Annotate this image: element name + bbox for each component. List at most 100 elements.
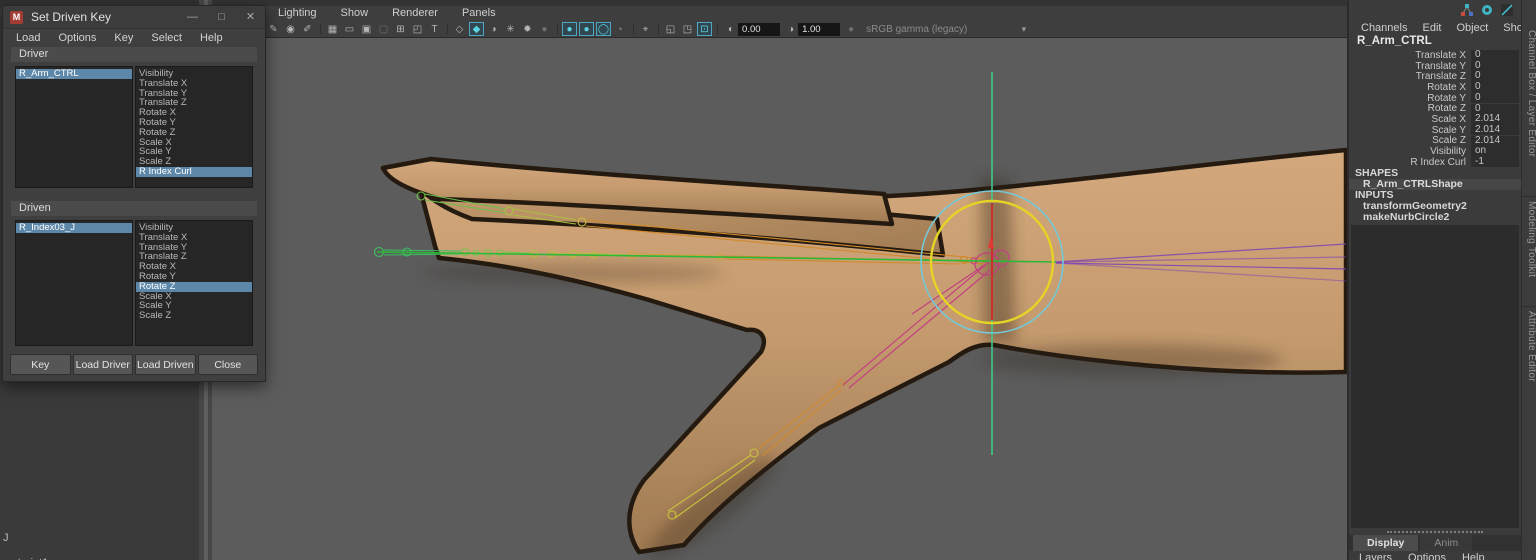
use-all-lights-icon[interactable]: ✳ <box>503 22 518 36</box>
channel-value-field[interactable]: 0 <box>1471 93 1519 104</box>
safe-title-icon[interactable]: T <box>427 22 442 36</box>
field-chart-icon[interactable]: ⊞ <box>393 22 408 36</box>
gamma-preset-dropdown[interactable]: sRGB gamma (legacy) <box>866 23 1026 36</box>
toolbar-icons: ✎◉✐▦▭▣▢⊞◰T◇◆◑✳✹●●●◯▪⌖◱◳⊡ <box>266 22 720 36</box>
channel-label[interactable]: Translate X <box>1349 50 1471 61</box>
inputs-header: INPUTS <box>1349 190 1521 201</box>
channel-label[interactable]: Translate Z <box>1349 71 1471 82</box>
driver-object-list[interactable]: R_Arm_CTRL <box>15 66 133 188</box>
tab-anim[interactable]: Anim <box>1420 535 1472 551</box>
panel-menu-lighting[interactable]: Lighting <box>278 7 317 19</box>
channel-value-field[interactable]: 2.014 <box>1471 125 1519 136</box>
snap-magnet-icon[interactable]: ◉ <box>283 22 298 36</box>
depth-of-field-icon[interactable]: ◯ <box>596 22 611 36</box>
channel-label[interactable]: Scale X <box>1349 114 1471 125</box>
viewport-menubar: Lighting Show Renderer Panels <box>212 6 1347 20</box>
cb-menu-edit[interactable]: Edit <box>1422 22 1441 34</box>
driver-attr-item[interactable]: R Index Curl <box>136 167 252 177</box>
resolution-gate-icon[interactable]: ▣ <box>359 22 374 36</box>
contrast-field[interactable]: 1.00 <box>798 23 840 36</box>
side-tab-modeling-toolkit[interactable]: Modeling Toolkit <box>1522 196 1536 300</box>
dialog-menubar: LoadOptionsKeySelectHelp <box>3 29 265 47</box>
channel-row: Rotate Y 0 <box>1349 93 1521 104</box>
motion-blur-icon[interactable]: ● <box>562 22 577 36</box>
anim-curve-icon[interactable] <box>1500 4 1513 17</box>
track-selection-icon[interactable]: ✎ <box>266 22 281 36</box>
shaded-mode-icon[interactable]: ◆ <box>469 22 484 36</box>
textured-mode-icon[interactable]: ◑ <box>486 22 501 36</box>
viewport-panel[interactable]: LightingShowRendererPanels ✎◉✐▦▭▣▢⊞◰T◇◆◑… <box>212 0 1347 560</box>
sdk-menu-load[interactable]: Load <box>7 32 49 44</box>
driver-attribute-list[interactable]: VisibilityTranslate XTranslate YTranslat… <box>135 66 253 188</box>
close-button[interactable]: Close <box>198 354 259 375</box>
contrast-icon[interactable]: ◑ <box>788 24 794 35</box>
film-gate-icon[interactable]: ▭ <box>342 22 357 36</box>
grease-pencil-icon[interactable]: ✐ <box>300 22 315 36</box>
channel-label[interactable]: Scale Z <box>1349 135 1471 146</box>
channel-box-object-name[interactable]: R_Arm_CTRL <box>1349 35 1521 49</box>
node-connections-icon[interactable] <box>1460 4 1473 17</box>
close-icon[interactable]: ✕ <box>236 6 265 28</box>
isolate-add-icon[interactable]: ◳ <box>680 22 695 36</box>
driven-object-item[interactable]: R_Index03_J <box>16 223 132 233</box>
multisample-aa-icon[interactable]: ● <box>579 22 594 36</box>
channel-label[interactable]: Translate Y <box>1349 61 1471 72</box>
side-tab-channel-box[interactable]: Channel Box / Layer Editor <box>1522 26 1536 186</box>
separator <box>655 22 661 36</box>
tab-display[interactable]: Display <box>1353 535 1418 551</box>
driven-attribute-list[interactable]: VisibilityTranslate XTranslate YTranslat… <box>135 220 253 346</box>
cb-menu-object[interactable]: Object <box>1456 22 1488 34</box>
channel-box-corner-icons <box>1349 0 1521 20</box>
sdk-menu-select[interactable]: Select <box>142 32 191 44</box>
cb-menu-options[interactable]: Options <box>1408 552 1446 560</box>
key-button[interactable]: Key <box>10 354 71 375</box>
speed-dial-icon[interactable] <box>1480 4 1493 17</box>
gate-mask-icon[interactable]: ▢ <box>376 22 391 36</box>
channel-label[interactable]: Visibility <box>1349 146 1471 157</box>
cb-menu-help[interactable]: Help <box>1462 552 1485 560</box>
driven-attr-item[interactable]: Scale Z <box>136 311 252 321</box>
maya-app-icon: M <box>10 11 23 24</box>
channel-label[interactable]: Rotate X <box>1349 82 1471 93</box>
load-driven-button[interactable]: Load Driven <box>135 354 196 375</box>
exposure-field[interactable]: 0.00 <box>738 23 780 36</box>
pick-matte-icon[interactable]: ⊡ <box>697 22 712 36</box>
channel-box-empty-area <box>1351 225 1519 528</box>
sdk-menu-help[interactable]: Help <box>191 32 232 44</box>
safe-action-icon[interactable]: ◰ <box>410 22 425 36</box>
driver-object-item[interactable]: R_Arm_CTRL <box>16 69 132 79</box>
outliner-item[interactable]: J <box>3 532 9 544</box>
wireframe-mode-icon[interactable]: ◇ <box>452 22 467 36</box>
panel-menu-renderer[interactable]: Renderer <box>392 7 438 19</box>
driven-object-list[interactable]: R_Index03_J <box>15 220 133 346</box>
input-node-item[interactable]: makeNurbCircle2 <box>1349 212 1521 223</box>
cb-menu-layers[interactable]: Layers <box>1359 552 1392 560</box>
sdk-menu-key[interactable]: Key <box>105 32 142 44</box>
layer-editor-splitter[interactable] <box>1349 530 1521 534</box>
grid-icon[interactable]: ▦ <box>325 22 340 36</box>
dialog-titlebar[interactable]: M Set Driven Key — □ ✕ <box>3 6 265 29</box>
channel-label[interactable]: Scale Y <box>1349 125 1471 136</box>
shapes-header: SHAPES <box>1349 168 1521 179</box>
side-tab-attribute-editor[interactable]: Attribute Editor <box>1522 306 1536 406</box>
input-node-item[interactable]: transformGeometry2 <box>1349 201 1521 212</box>
viewport-canvas[interactable] <box>212 38 1347 560</box>
lens-flare-icon[interactable]: ▪ <box>613 22 628 36</box>
screen-space-ao-icon[interactable]: ● <box>537 22 552 36</box>
shape-node-item[interactable]: R_Arm_CTRLShape <box>1349 179 1521 190</box>
maximize-button[interactable]: □ <box>207 6 236 28</box>
isolate-select-icon[interactable]: ◱ <box>663 22 678 36</box>
panel-menu-show[interactable]: Show <box>341 7 369 19</box>
minimize-button[interactable]: — <box>178 6 207 28</box>
exposure-icon[interactable]: ◐ <box>728 24 734 35</box>
panel-menu-panels[interactable]: Panels <box>462 7 496 19</box>
object-select-icon[interactable]: ⌖ <box>638 22 653 36</box>
cb-menu-channels[interactable]: Channels <box>1361 22 1407 34</box>
sdk-menu-options[interactable]: Options <box>49 32 105 44</box>
shadows-icon[interactable]: ✹ <box>520 22 535 36</box>
channel-label[interactable]: Rotate Y <box>1349 93 1471 104</box>
viewport-toolbar: ✎◉✐▦▭▣▢⊞◰T◇◆◑✳✹●●●◯▪⌖◱◳⊡ ◐ 0.00 ◑ 1.00 ●… <box>212 20 1347 38</box>
channel-label[interactable]: Rotate Z <box>1349 103 1471 114</box>
load-driver-button[interactable]: Load Driver <box>73 354 134 375</box>
channel-value-field[interactable]: -1 <box>1471 157 1519 168</box>
